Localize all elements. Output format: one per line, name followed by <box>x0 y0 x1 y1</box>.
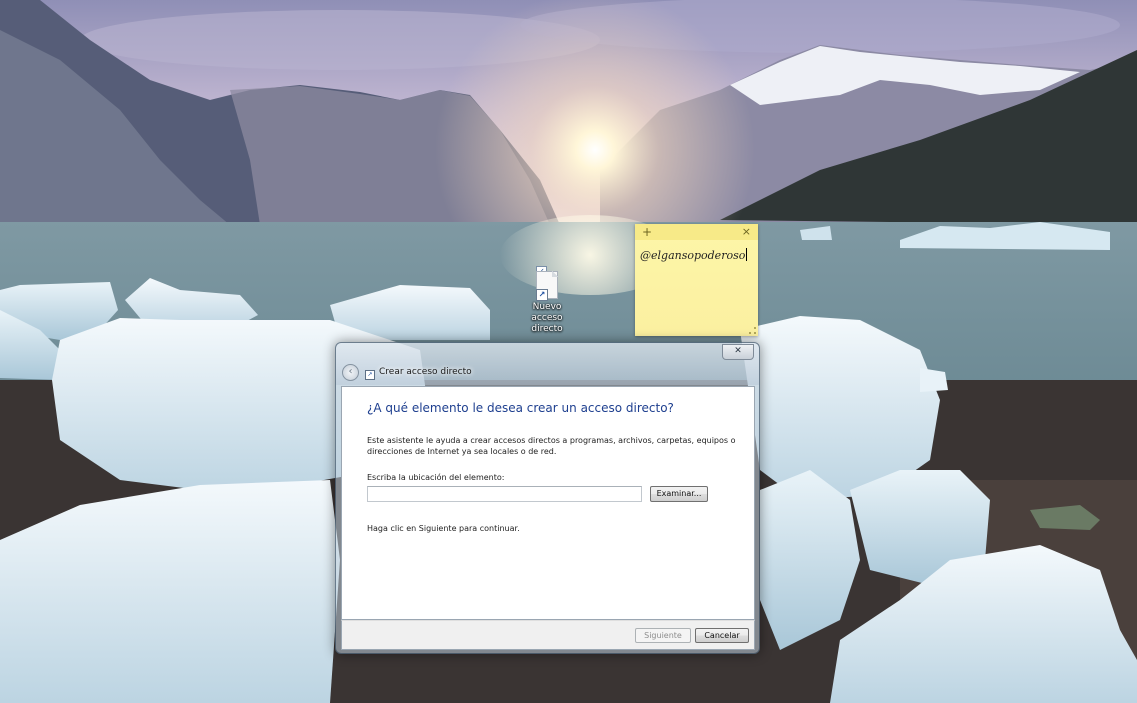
continue-instruction: Haga clic en Siguiente para continuar. <box>367 524 520 533</box>
cancel-button[interactable]: Cancelar <box>695 628 749 643</box>
sticky-note[interactable]: + × @elgansopoderoso <box>635 224 758 336</box>
back-arrow-icon[interactable]: ‹ <box>342 364 359 381</box>
close-window-button[interactable]: ✕ <box>722 344 754 360</box>
next-button[interactable]: Siguiente <box>635 628 691 643</box>
wizard-heading: ¿A qué elemento le desea crear un acceso… <box>367 401 674 415</box>
shortcut-wizard-icon: ↗ <box>365 370 375 380</box>
location-input[interactable] <box>367 486 642 502</box>
close-note-icon[interactable]: × <box>742 225 751 239</box>
window-title: Crear acceso directo <box>379 367 472 377</box>
desktop-shortcut-item[interactable]: ✓ ↗ Nuevo acceso directo <box>523 266 571 334</box>
create-shortcut-window: ✕ ‹ ↗ Crear acceso directo ¿A qué elemen… <box>335 342 760 654</box>
sticky-note-titlebar[interactable]: + × <box>635 224 758 240</box>
window-title-bar[interactable] <box>336 343 759 385</box>
location-label: Escriba la ubicación del elemento: <box>367 473 505 482</box>
sticky-note-text[interactable]: @elgansopoderoso <box>640 248 747 262</box>
desktop-shortcut-label: Nuevo acceso directo <box>531 302 563 334</box>
browse-button[interactable]: Examinar... <box>650 486 708 502</box>
shortcut-arrow-icon: ↗ <box>536 289 548 301</box>
resize-grip-icon[interactable] <box>749 327 756 334</box>
wizard-description: Este asistente le ayuda a crear accesos … <box>367 436 736 456</box>
wizard-button-bar: Siguiente Cancelar <box>341 620 755 650</box>
add-note-icon[interactable]: + <box>642 225 652 239</box>
wizard-content-panel: ¿A qué elemento le desea crear un acceso… <box>341 386 755 620</box>
